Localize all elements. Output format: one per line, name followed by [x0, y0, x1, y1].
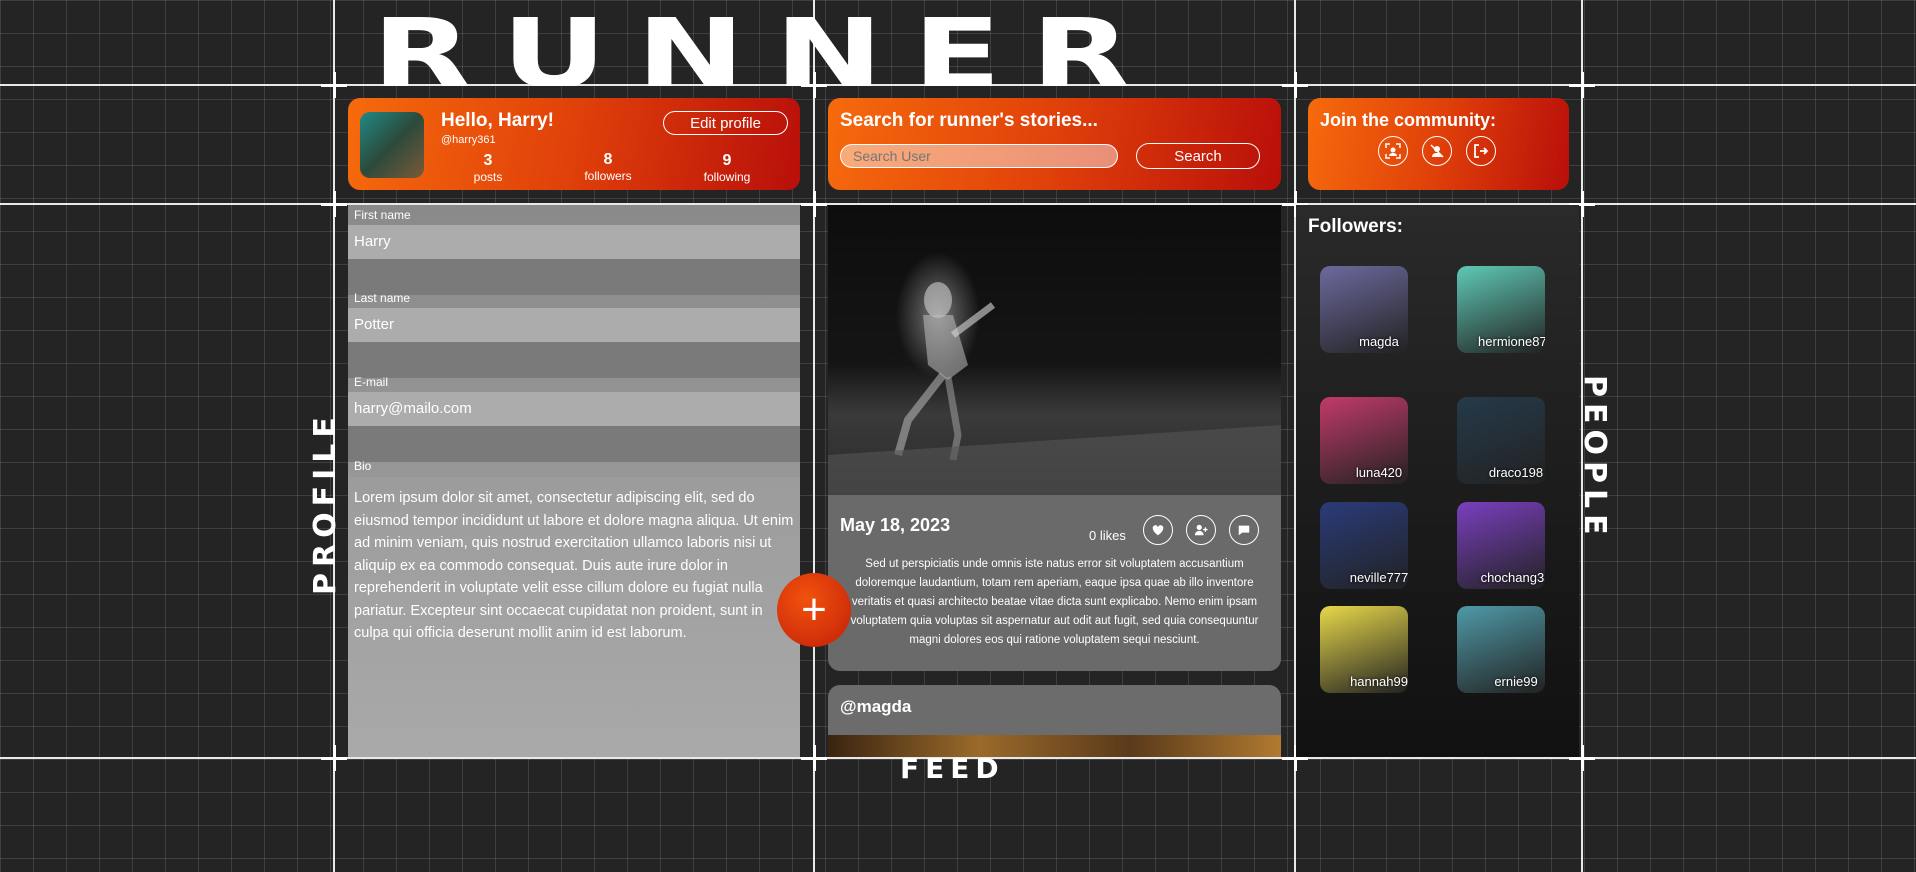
- stat-following-value: 9: [722, 152, 732, 169]
- section-label-feed: FEED: [900, 758, 1005, 780]
- user-handle: @harry361: [441, 134, 496, 146]
- stat-followers-label: followers: [584, 169, 632, 183]
- frame-line-v2: [813, 0, 815, 872]
- follower-card[interactable]: magda: [1320, 266, 1408, 353]
- logout-icon[interactable]: [1466, 136, 1496, 166]
- crosshair-icon: [321, 745, 347, 771]
- post-text: Sed ut perspiciatis unde omnis iste natu…: [850, 558, 1259, 646]
- first-name-field[interactable]: Harry: [348, 225, 800, 259]
- next-post-username: @magda: [840, 697, 912, 716]
- users-scan-icon[interactable]: [1378, 136, 1408, 166]
- section-label-profile: PROFILE: [308, 411, 343, 595]
- search-button[interactable]: Search: [1136, 143, 1260, 169]
- follower-name: hermione879: [1478, 334, 1545, 349]
- stat-posts[interactable]: 3 posts: [448, 152, 528, 184]
- form-separator: [348, 259, 800, 295]
- post-card: May 18, 2023 0 likes Sed ut perspiciatis…: [828, 495, 1281, 671]
- crosshair-icon: [321, 191, 347, 217]
- next-post-image: [828, 735, 1281, 757]
- email-label: E-mail: [354, 375, 389, 389]
- bio-field[interactable]: Lorem ipsum dolor sit amet, consectetur …: [348, 477, 800, 757]
- followers-title: Followers:: [1308, 216, 1404, 237]
- last-name-label: Last name: [354, 291, 411, 305]
- search-card-title: Search for runner's stories...: [840, 110, 1098, 131]
- crosshair-icon: [1569, 72, 1595, 98]
- follower-card[interactable]: hermione879: [1457, 266, 1545, 353]
- brand-logo: RUNNER: [372, 6, 1161, 86]
- greeting: Hello, Harry!: [441, 110, 554, 131]
- section-label-feed-wrap: FEED: [900, 758, 1005, 780]
- crosshair-icon: [321, 72, 347, 98]
- search-user-input[interactable]: [840, 144, 1118, 168]
- follower-card[interactable]: luna420: [1320, 397, 1408, 484]
- follower-card[interactable]: hannah99: [1320, 606, 1408, 693]
- comment-icon[interactable]: [1229, 515, 1259, 545]
- follower-card[interactable]: neville777: [1320, 502, 1408, 589]
- follower-name: draco198: [1488, 465, 1544, 480]
- follower-name: neville777: [1349, 570, 1408, 585]
- stat-posts-label: posts: [473, 170, 503, 184]
- search-card: Search for runner's stories... Search: [828, 98, 1281, 190]
- likes-count: 0 likes: [1089, 528, 1126, 543]
- community-card: Join the community:: [1308, 98, 1569, 190]
- follower-name: luna420: [1355, 465, 1403, 480]
- add-friend-icon[interactable]: [1186, 515, 1216, 545]
- section-label-people: PEOPLE: [1577, 375, 1612, 541]
- bio-label: Bio: [354, 459, 372, 473]
- avatar[interactable]: [360, 112, 424, 178]
- follower-card[interactable]: chochang33: [1457, 502, 1545, 589]
- add-post-button[interactable]: +: [777, 573, 851, 647]
- edit-profile-button[interactable]: Edit profile: [663, 111, 788, 135]
- stat-posts-value: 3: [483, 152, 493, 169]
- follower-name: chochang33: [1480, 570, 1545, 585]
- profile-card: Hello, Harry! @harry361 Edit profile 3 p…: [348, 98, 800, 190]
- follower-name: magda: [1359, 334, 1399, 349]
- post-image[interactable]: [828, 205, 1281, 495]
- follower-name: hannah99: [1350, 674, 1408, 689]
- community-title: Join the community:: [1320, 110, 1497, 130]
- feed-column: May 18, 2023 0 likes Sed ut perspiciatis…: [828, 205, 1281, 757]
- email-field[interactable]: harry@mailo.com: [348, 392, 800, 426]
- crosshair-icon: [801, 191, 827, 217]
- last-name-field[interactable]: Potter: [348, 308, 800, 342]
- user-remove-icon[interactable]: [1422, 136, 1452, 166]
- heart-icon[interactable]: [1143, 515, 1173, 545]
- follower-name: ernie99: [1494, 674, 1538, 689]
- stat-followers[interactable]: 8 followers: [568, 151, 648, 183]
- post-date: May 18, 2023: [840, 515, 951, 535]
- crosshair-icon: [1282, 72, 1308, 98]
- stat-following[interactable]: 9 following: [687, 152, 767, 184]
- follower-card[interactable]: ernie99: [1457, 606, 1545, 693]
- next-post-card[interactable]: @magda: [828, 685, 1281, 757]
- first-name-label: First name: [354, 208, 411, 222]
- follower-card[interactable]: draco198: [1457, 397, 1545, 484]
- stat-followers-value: 8: [603, 151, 613, 168]
- form-separator: [348, 342, 800, 378]
- form-separator: [348, 426, 800, 462]
- crosshair-icon: [801, 745, 827, 771]
- stat-following-label: following: [703, 170, 751, 184]
